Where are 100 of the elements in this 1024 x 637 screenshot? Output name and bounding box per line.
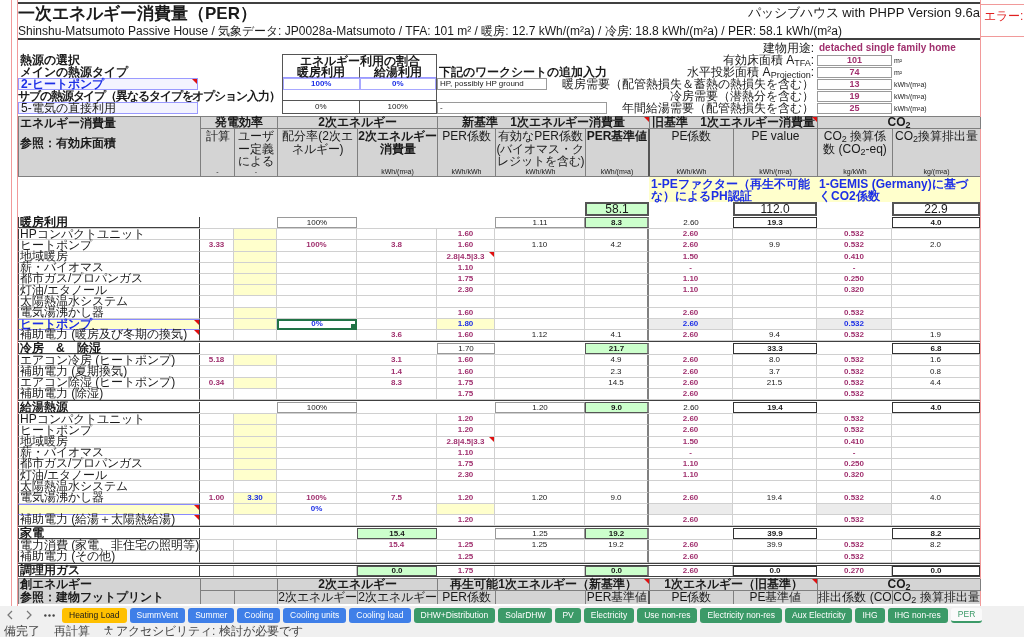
status-text: 再計算 bbox=[54, 624, 90, 637]
share-value: 100% bbox=[306, 241, 327, 250]
row-label: エアコン冷房 (ヒートポンプ) bbox=[20, 354, 176, 366]
column-title: PE係数 bbox=[671, 130, 712, 143]
input-cell[interactable] bbox=[234, 318, 277, 330]
empty-cell bbox=[585, 296, 649, 308]
column-title: PER係数 bbox=[442, 130, 491, 143]
field-label: メインの熱源タイプ bbox=[19, 66, 128, 78]
heat-source-select[interactable]: 2-ヒートポンプ bbox=[18, 78, 198, 90]
factor-value: 2.8|4.5|3.3 bbox=[446, 252, 485, 261]
group-title: 再生可能1次エネルギー（新基準） bbox=[450, 578, 637, 590]
share-input[interactable]: 0% bbox=[277, 503, 357, 515]
panel-title: エネルギー利用の割合 bbox=[299, 54, 420, 67]
factor-value: 1.25 bbox=[531, 541, 548, 550]
sheet-tab[interactable]: Cooling bbox=[237, 607, 281, 623]
person-icon[interactable] bbox=[104, 626, 113, 635]
co2-value: 1.6 bbox=[929, 356, 942, 365]
factor-value: 0.532 bbox=[844, 356, 864, 365]
sheet-tab[interactable]: Summer bbox=[188, 607, 235, 623]
sheet-tab[interactable]: SolarDHW bbox=[498, 607, 553, 623]
input-cell[interactable]: 1.80 bbox=[437, 318, 495, 330]
factor-value: 1.20 bbox=[457, 493, 474, 502]
sheet-tab[interactable]: IHG non-res bbox=[887, 607, 948, 623]
input-cell[interactable] bbox=[234, 240, 277, 252]
sheet-tab[interactable]: Aux Electricity bbox=[785, 607, 853, 623]
empty-cell bbox=[200, 296, 234, 308]
input-cell[interactable] bbox=[234, 436, 277, 448]
empty-cell bbox=[585, 458, 649, 471]
fill-handle-icon[interactable] bbox=[351, 323, 355, 328]
input-cell[interactable] bbox=[234, 414, 277, 426]
input-cell[interactable]: 3.30 bbox=[234, 492, 277, 504]
input-cell[interactable] bbox=[234, 503, 277, 515]
row-label: 太陽熱温水システム bbox=[20, 295, 128, 307]
sheet-tab[interactable]: Cooling load bbox=[349, 607, 411, 623]
building-value: 13 bbox=[817, 78, 892, 90]
efficiency-value: 5.18 bbox=[208, 356, 225, 365]
factor-value: 2.60 bbox=[682, 230, 699, 239]
sheet-tab[interactable]: IHG bbox=[855, 607, 885, 623]
input-cell[interactable] bbox=[234, 355, 277, 367]
share-value: 100% bbox=[306, 493, 327, 502]
input-cell[interactable] bbox=[234, 229, 277, 241]
factor-value: 0.532 bbox=[844, 415, 864, 424]
group-title: 2次エネルギー bbox=[318, 117, 397, 128]
input-cell[interactable] bbox=[234, 251, 277, 263]
heat-source-select[interactable]: 5-電気の直接利用 bbox=[18, 102, 198, 114]
factor-value: 2.60 bbox=[682, 426, 699, 435]
sheet-tab[interactable]: Electricity bbox=[583, 607, 635, 623]
share-value: 100% bbox=[386, 101, 409, 113]
text-field[interactable]: - bbox=[437, 102, 607, 114]
sheet-tab[interactable]: PV bbox=[555, 607, 581, 623]
info-label: 暖房需要（配管熱損失＆蓄熱の熱損失を含む） bbox=[562, 78, 815, 90]
factor-source-select[interactable]: 1-GEMIS (Germany)に基づくCO2係数 bbox=[817, 177, 980, 202]
status-text: アクセシビリティ: 検討が必要です bbox=[116, 624, 303, 637]
factor-value: 2.60 bbox=[682, 566, 699, 575]
input-cell[interactable] bbox=[234, 447, 277, 459]
factor-value: 2.60 bbox=[682, 378, 699, 387]
row-label: 補助電力 (給湯＋太陽熱給湯) bbox=[20, 514, 176, 526]
input-cell[interactable] bbox=[234, 377, 277, 389]
text-field[interactable]: HP, possibly HP ground bbox=[437, 78, 547, 90]
total-cell: 33.3 bbox=[733, 343, 817, 355]
empty-cell bbox=[585, 425, 649, 437]
share-input[interactable]: 0% bbox=[277, 318, 357, 330]
share-input[interactable]: 100% bbox=[283, 78, 360, 90]
empty-cell bbox=[234, 296, 277, 308]
factor-value: 2.60 bbox=[683, 403, 699, 412]
total-cell: 58.1 bbox=[585, 202, 649, 216]
factor-value: 1.50 bbox=[682, 437, 699, 446]
chevron-left-icon[interactable] bbox=[7, 610, 13, 620]
efficiency-value: 0.34 bbox=[208, 378, 225, 387]
total-cell: 0.0 bbox=[585, 565, 649, 576]
column-title: 計算 bbox=[205, 130, 230, 143]
row-label: 電力消費 (家電、非住宅の照明等) bbox=[20, 539, 200, 551]
input-cell[interactable] bbox=[234, 425, 277, 437]
sheet-tab[interactable]: Use non-res bbox=[637, 607, 698, 623]
input-cell[interactable] bbox=[234, 262, 277, 274]
sheet-tab[interactable]: Electricity non-res bbox=[700, 607, 783, 623]
section-title: 調理用ガス bbox=[20, 565, 80, 577]
input-cell[interactable] bbox=[234, 285, 277, 297]
sheet-tab[interactable]: Cooling units bbox=[283, 607, 347, 623]
factor-value: 2.60 bbox=[682, 415, 699, 424]
sheet-tab[interactable]: Heating Load bbox=[62, 607, 127, 623]
sheet-tab[interactable]: SummVent bbox=[129, 607, 186, 623]
info-label: 建物用途: bbox=[762, 42, 815, 54]
share-input[interactable]: 0% bbox=[359, 78, 436, 90]
sheet-tab[interactable]: DHW+Distribution bbox=[413, 607, 496, 623]
factor-source-select[interactable]: 1-PEファクター（再生不可能な）によるPH認証 bbox=[649, 177, 817, 202]
input-cell[interactable] bbox=[234, 470, 277, 482]
factor-value: 1.20 bbox=[457, 515, 474, 524]
factor-value: 1.75 bbox=[457, 378, 474, 387]
field-label: サブの熱源タイプ（異なるタイプをオプション入力） bbox=[18, 90, 280, 102]
row-label: 地域暖房 bbox=[20, 251, 68, 263]
empty-cell bbox=[234, 481, 277, 493]
factor-value: 1.10 bbox=[457, 448, 474, 457]
input-cell[interactable] bbox=[18, 503, 200, 515]
input-cell[interactable] bbox=[437, 503, 495, 515]
chevron-right-icon[interactable] bbox=[26, 610, 32, 620]
more-icon[interactable] bbox=[44, 613, 55, 617]
sheet-tab[interactable]: PER bbox=[950, 607, 983, 623]
input-cell[interactable] bbox=[234, 307, 277, 319]
total-cell: 4.0 bbox=[892, 217, 980, 229]
